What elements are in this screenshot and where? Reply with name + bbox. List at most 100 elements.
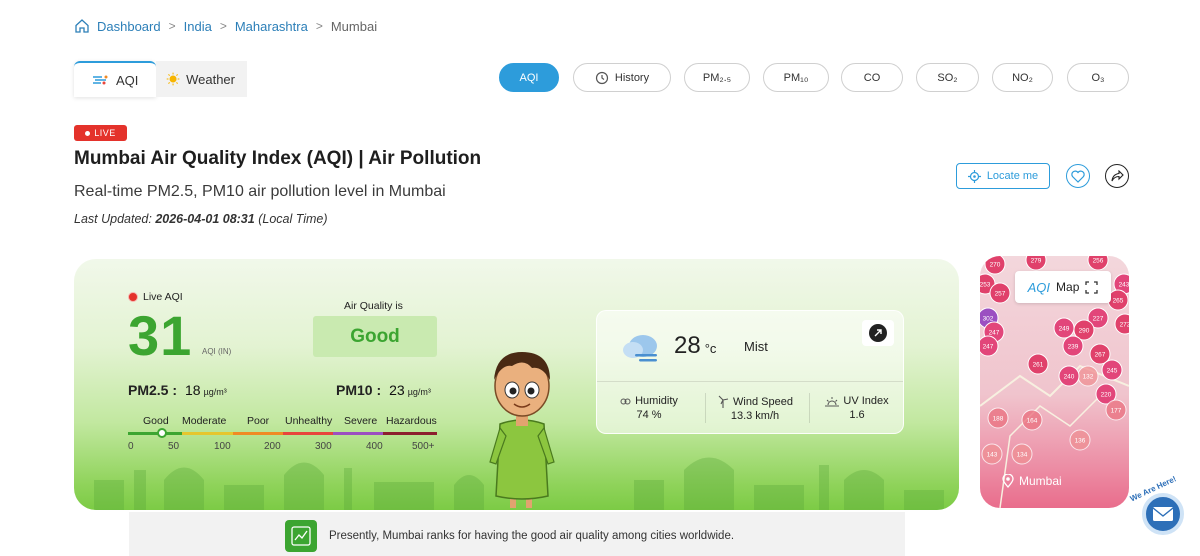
map-aqi-marker[interactable]: 249 (1053, 317, 1075, 339)
breadcrumb-india[interactable]: India (184, 19, 212, 34)
map-aqi-marker[interactable]: 272 (1114, 313, 1129, 335)
pill-history[interactable]: History (573, 63, 671, 92)
pill-co[interactable]: CO (841, 63, 903, 92)
locate-me-label: Locate me (986, 170, 1039, 182)
uv-index-stat: UV Index 1.6 (823, 395, 891, 421)
history-icon (595, 71, 608, 84)
live-badge: LIVE (74, 125, 127, 141)
map-aqi-marker[interactable]: 240 (1058, 365, 1080, 387)
location-pin-icon (1002, 474, 1014, 488)
pill-no2[interactable]: NO₂ (992, 63, 1053, 92)
home-icon[interactable] (74, 18, 90, 34)
live-indicator-icon (128, 292, 138, 302)
contact-mail-button[interactable]: We Are Here! (1128, 474, 1200, 556)
mascot-boy-illustration (489, 352, 555, 508)
tab-weather[interactable]: Weather (156, 61, 247, 97)
share-icon (1110, 170, 1124, 182)
map-aqi-marker[interactable]: 177 (1105, 399, 1127, 421)
map-aqi-marker[interactable]: 245 (1101, 359, 1123, 381)
air-quality-status: Good (313, 316, 437, 357)
wind-turbine-icon (718, 395, 729, 408)
ranking-info-text: Presently, Mumbai ranks for having the g… (329, 530, 735, 542)
map-city-label: Mumbai (1002, 474, 1062, 488)
scale-label-moderate: Moderate (182, 415, 227, 427)
map-aqi-marker[interactable]: 239 (1062, 335, 1084, 357)
aqi-wind-icon (93, 75, 108, 85)
pill-pm25[interactable]: PM₂.₅ (684, 63, 750, 92)
air-quality-label: Air Quality is (344, 300, 403, 312)
svg-text:249: 249 (1059, 326, 1070, 333)
scale-segment-severe (333, 432, 383, 435)
wind-speed-stat: Wind Speed 13.3 km/h (712, 395, 798, 422)
svg-text:265: 265 (1113, 298, 1124, 305)
pm10-label: PM10 : (336, 382, 382, 398)
favorite-button[interactable] (1066, 164, 1090, 188)
map-aqi-marker[interactable]: 132 (1077, 365, 1099, 387)
svg-text:256: 256 (1093, 258, 1104, 265)
pill-label: SO₂ (937, 71, 958, 84)
chevron-right-icon: > (219, 19, 227, 33)
pm25-value: 18 (185, 382, 201, 398)
map-aqi-marker[interactable]: 265 (1107, 289, 1129, 311)
humidity-label: Humidity (635, 395, 678, 407)
pill-so2[interactable]: SO₂ (916, 63, 979, 92)
svg-text:134: 134 (1017, 452, 1028, 459)
pill-aqi[interactable]: AQI (499, 63, 559, 92)
tab-aqi[interactable]: AQI (74, 61, 156, 97)
map-aqi-marker[interactable]: 256 (1087, 256, 1109, 271)
uv-sun-icon (825, 396, 840, 406)
map-aqi-marker[interactable]: 247 (980, 335, 999, 357)
pill-label: History (614, 71, 650, 84)
map-aqi-marker[interactable]: 164 (1021, 409, 1043, 431)
svg-text:220: 220 (1101, 392, 1112, 399)
uv-index-label: UV Index (843, 395, 889, 407)
wind-speed-label: Wind Speed (733, 395, 793, 408)
pill-pm10[interactable]: PM₁₀ (763, 63, 829, 92)
map-aqi-marker[interactable]: 261 (1027, 353, 1049, 375)
live-badge-label: LIVE (94, 128, 116, 138)
map-aqi-marker[interactable]: 270 (984, 256, 1006, 275)
live-aqi-label: Live AQI (128, 291, 183, 303)
live-aqi-text: Live AQI (143, 291, 183, 303)
map-aqi-marker[interactable]: 136 (1069, 429, 1091, 451)
pill-o3[interactable]: O₃ (1067, 63, 1129, 92)
temperature-unit: °c (704, 341, 717, 356)
pm25-label: PM2.5 : (128, 382, 178, 398)
scale-number: 500+ (412, 441, 435, 452)
svg-text:247: 247 (989, 330, 1000, 337)
map-aqi-marker[interactable]: 134 (1011, 443, 1033, 465)
map-aqi-marker[interactable]: 143 (981, 443, 1003, 465)
breadcrumb: Dashboard > India > Maharashtra > Mumbai (74, 18, 377, 34)
svg-text:290: 290 (1079, 328, 1090, 335)
scale-number: 300 (315, 441, 332, 452)
map-aqi-marker[interactable]: 188 (987, 407, 1009, 429)
pill-label: PM₂.₅ (702, 71, 732, 84)
scale-label-severe: Severe (344, 415, 378, 427)
temperature-value: 28 (674, 332, 701, 359)
map-aqi-marker[interactable]: 257 (989, 282, 1011, 304)
share-button[interactable] (1105, 164, 1129, 188)
heart-icon (1071, 170, 1085, 183)
last-updated-suffix: (Local Time) (258, 212, 328, 226)
view-tabs: AQI Weather (74, 61, 247, 97)
open-weather-button[interactable] (862, 320, 894, 346)
pill-label: NO₂ (1012, 71, 1033, 84)
temperature: 28 °c (674, 332, 716, 360)
pm10-reading: PM10 : 23 µg/m³ (336, 382, 431, 398)
pill-label: PM₁₀ (783, 71, 809, 84)
last-updated: Last Updated: 2026-04-01 08:31 (Local Ti… (74, 212, 328, 226)
weather-summary-card[interactable]: 28 °c Mist Humidity 74 % Wind Speed 13.3 … (596, 310, 904, 434)
svg-text:261: 261 (1033, 362, 1044, 369)
locate-me-button[interactable]: Locate me (956, 163, 1050, 189)
breadcrumb-dashboard[interactable]: Dashboard (97, 19, 161, 34)
aqi-map-card[interactable]: 270 279 256 253 257 243 265 227 272 302 247 249 290 2… (980, 256, 1129, 508)
uv-index-value: 1.6 (849, 409, 865, 421)
map-aqi-marker[interactable]: 279 (1025, 256, 1047, 271)
svg-text:239: 239 (1068, 344, 1079, 351)
svg-text:257: 257 (995, 291, 1006, 298)
fullscreen-icon[interactable] (1085, 280, 1099, 294)
map-badge[interactable]: AQI Map (1015, 271, 1111, 303)
breadcrumb-maharashtra[interactable]: Maharashtra (235, 19, 308, 34)
last-updated-prefix: Last Updated: (74, 212, 152, 226)
pm10-value: 23 (389, 382, 405, 398)
